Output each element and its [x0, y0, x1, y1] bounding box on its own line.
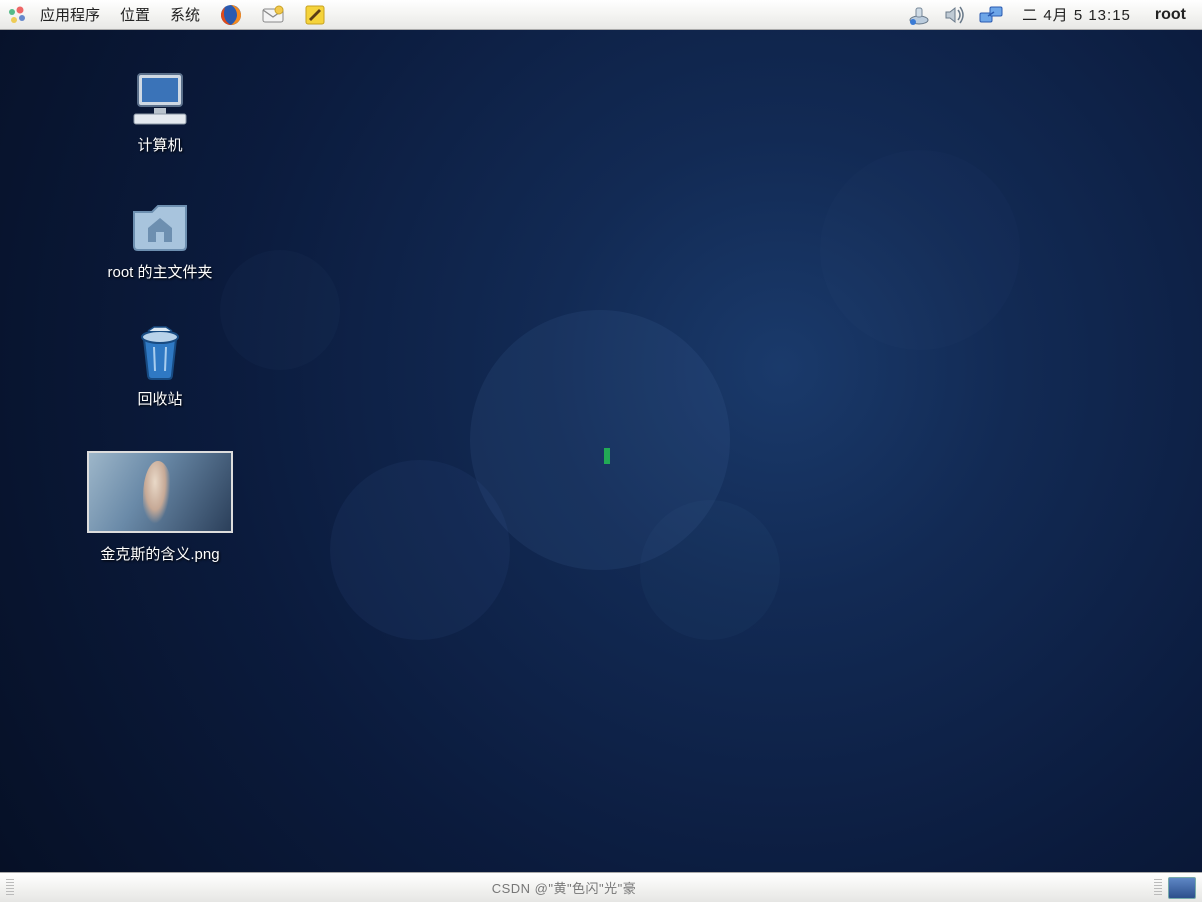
desktop-icon-label: 金克斯的含义.png: [100, 543, 219, 564]
panel-left: 应用程序 位置 系统: [6, 2, 334, 28]
bottom-panel: CSDN @"黄"色闪"光"豪: [0, 872, 1202, 902]
top-panel: 应用程序 位置 系统: [0, 0, 1202, 30]
desktop-icon-label: root 的主文件夹: [107, 261, 212, 282]
desktop-icon-label: 回收站: [137, 388, 182, 409]
trash-icon: [132, 325, 188, 381]
clock[interactable]: 二 4月 5 13:15: [1014, 4, 1139, 25]
volume-icon[interactable]: [942, 3, 968, 27]
home-folder-icon: [128, 198, 192, 254]
menu-system[interactable]: 系统: [162, 2, 208, 27]
network-update-icon[interactable]: [906, 3, 932, 27]
desktop-icon-computer[interactable]: 计算机: [60, 70, 260, 155]
panel-grip-icon[interactable]: [6, 879, 14, 897]
text-cursor-icon: [604, 448, 610, 464]
desktop-icon-label: 计算机: [137, 134, 182, 155]
desktop-icon-image-file[interactable]: 金克斯的含义.png: [60, 451, 260, 564]
panel-grip-icon[interactable]: [1154, 879, 1162, 897]
menu-applications[interactable]: 应用程序: [32, 2, 108, 27]
computer-icon: [128, 70, 192, 128]
firefox-launcher-icon[interactable]: [218, 2, 244, 28]
watermark-text: CSDN @"黄"色闪"光"豪: [492, 878, 637, 897]
image-thumbnail-icon: [87, 451, 233, 533]
gnome-logo-icon[interactable]: [6, 4, 28, 26]
desktop-icon-home[interactable]: root 的主文件夹: [60, 197, 260, 282]
notes-launcher-icon[interactable]: [302, 2, 328, 28]
menu-places[interactable]: 位置: [112, 2, 158, 27]
desktop-icons: 计算机 root 的主文件夹: [60, 70, 260, 564]
workspace-switcher[interactable]: [1168, 877, 1196, 899]
network-status-icon[interactable]: [978, 3, 1004, 27]
mail-launcher-icon[interactable]: [260, 2, 286, 28]
desktop[interactable]: 计算机 root 的主文件夹: [0, 30, 1202, 872]
panel-right: 二 4月 5 13:15 root: [906, 3, 1196, 27]
user-menu[interactable]: root: [1149, 6, 1196, 24]
desktop-icon-trash[interactable]: 回收站: [60, 324, 260, 409]
